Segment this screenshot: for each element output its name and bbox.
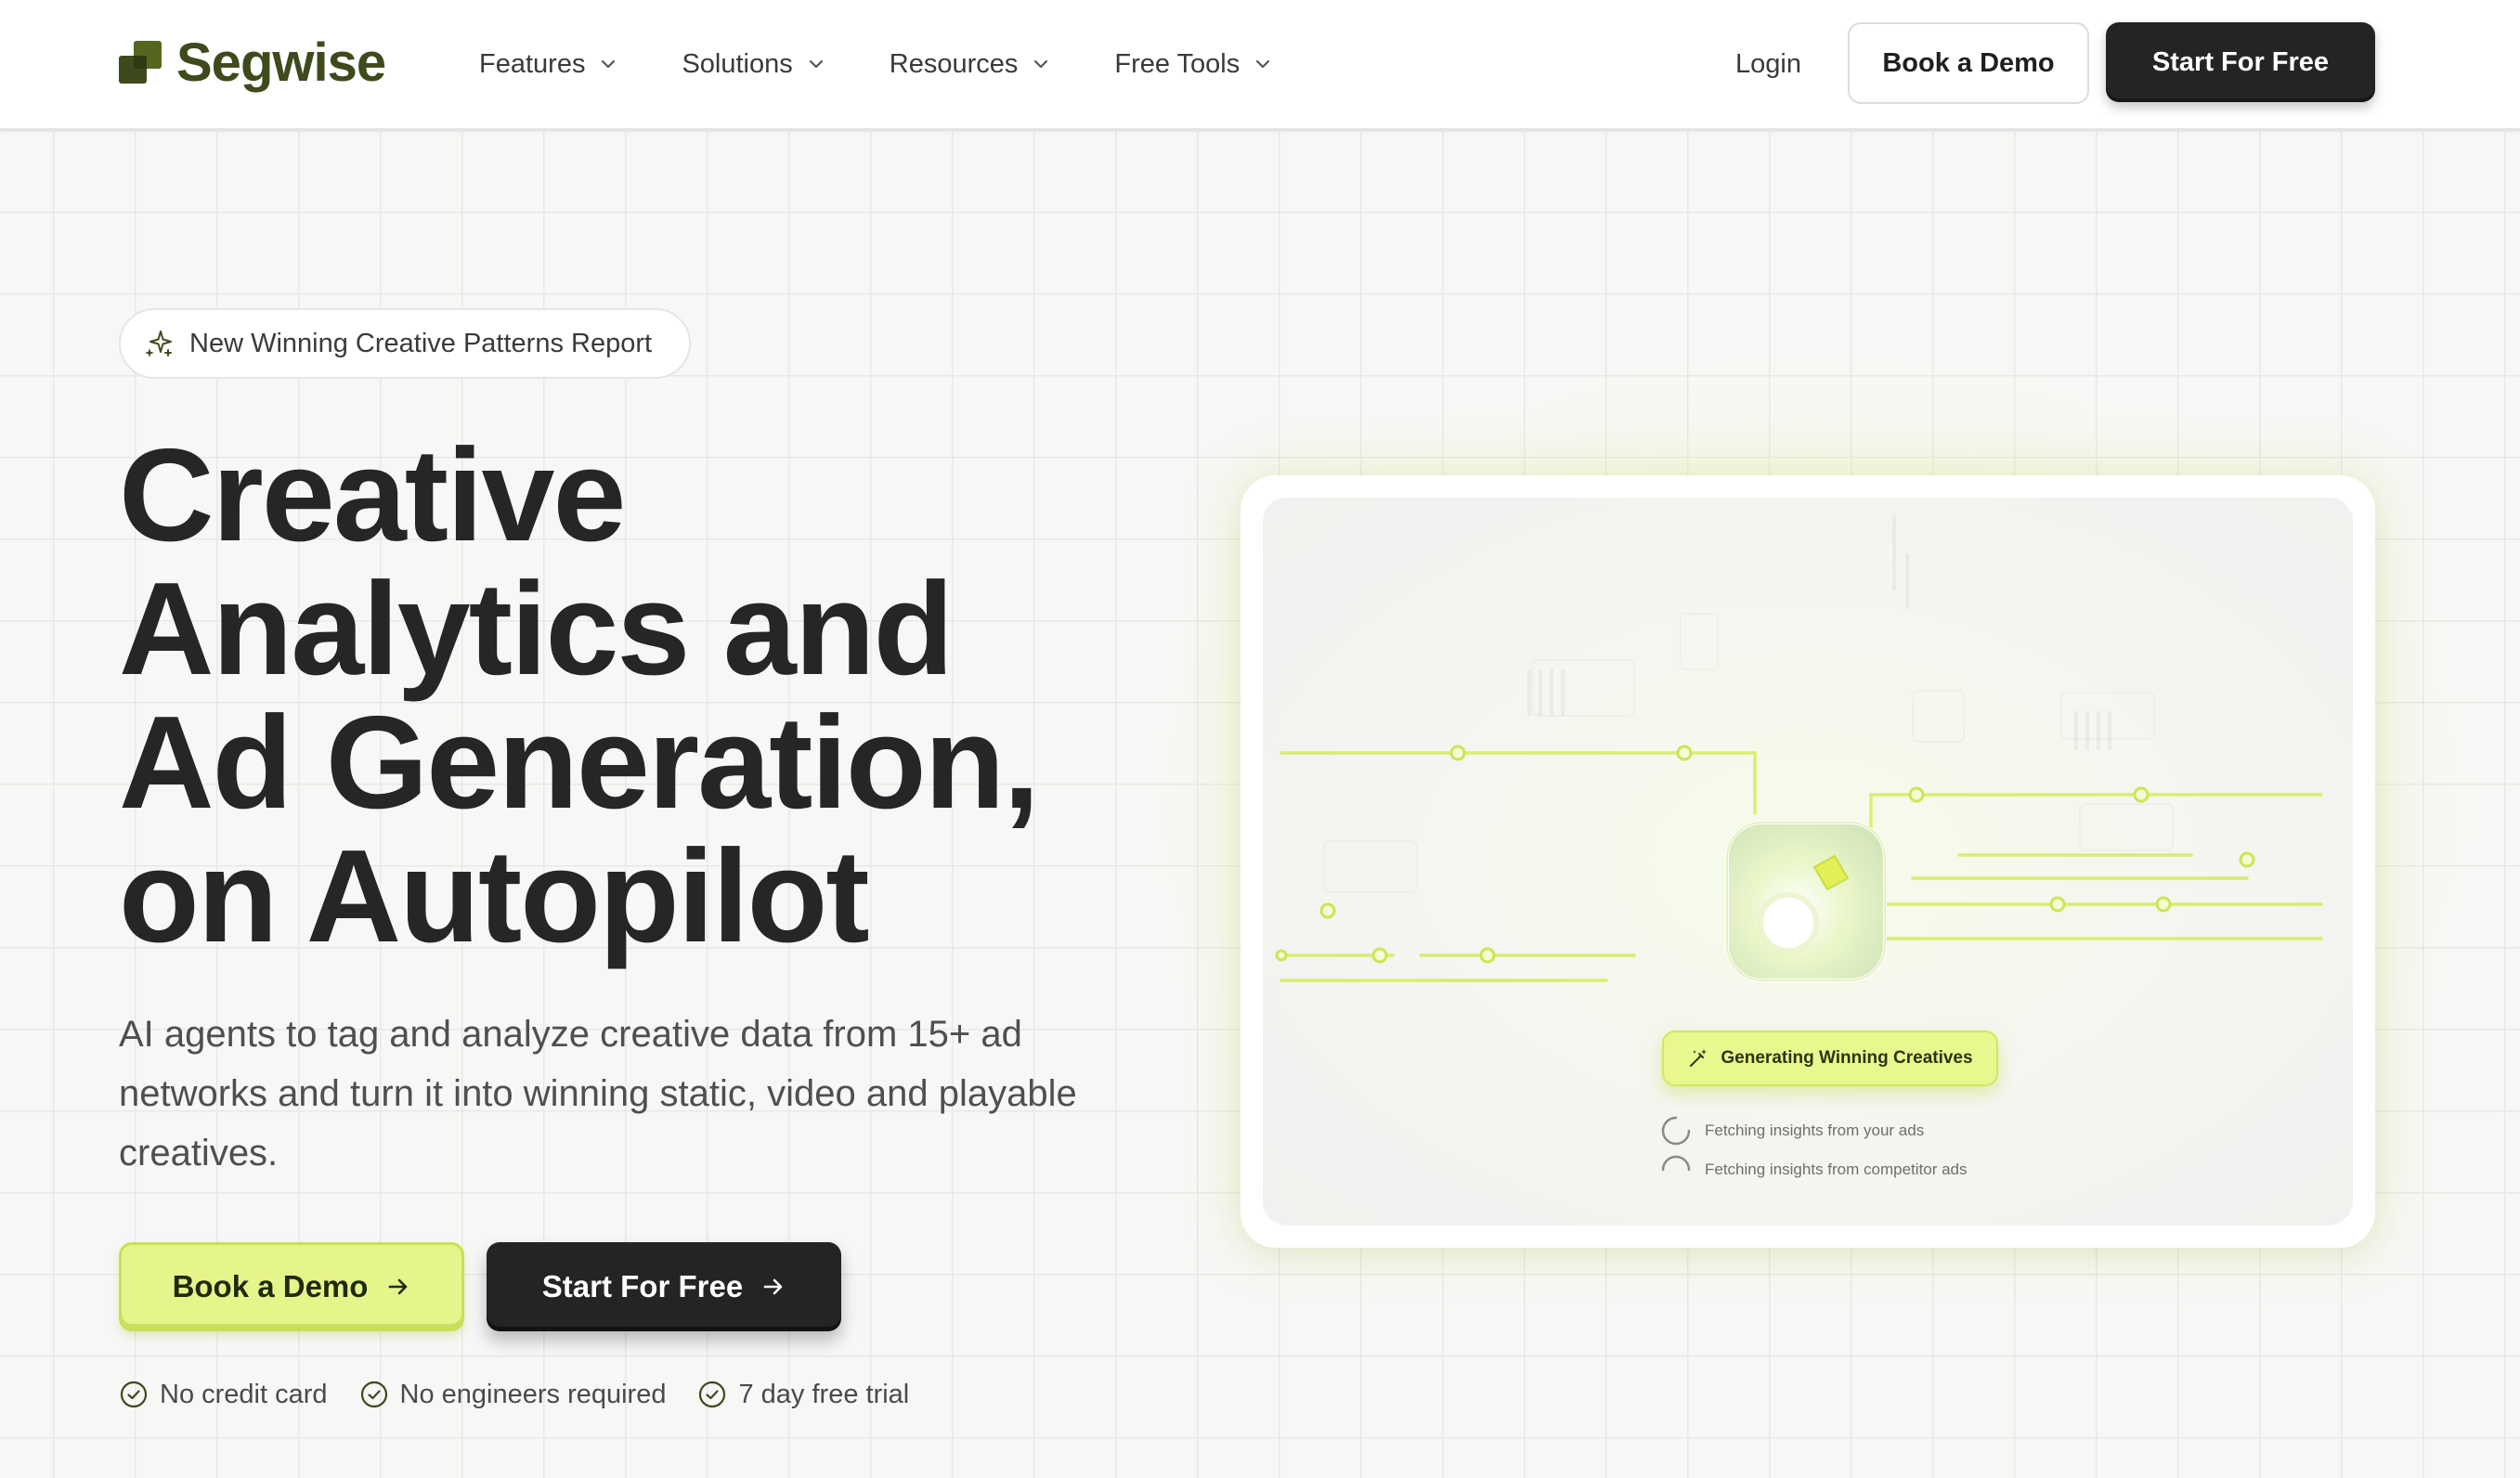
spinner-icon (1661, 1116, 1691, 1146)
button-label: Book a Demo (172, 1269, 369, 1303)
hero-book-demo-button[interactable]: Book a Demo (119, 1242, 464, 1331)
check-circle-icon (699, 1381, 726, 1408)
spinner-icon (1661, 1155, 1691, 1172)
nav-item-features[interactable]: Features (479, 49, 618, 80)
main-nav: Features Solutions Resources Free Tools (479, 41, 1336, 87)
nav-item-label: Features (479, 48, 586, 79)
book-demo-button[interactable]: Book a Demo (1848, 22, 2089, 104)
benefit-item: No engineers required (359, 1379, 667, 1410)
headline-line: on Autopilot (119, 823, 870, 970)
benefit-item: 7 day free trial (697, 1380, 909, 1410)
brand-name: Segwise (176, 32, 386, 93)
headline-line: Ad Generation, (119, 689, 1040, 836)
segwise-logo-icon (119, 41, 162, 84)
generating-creatives-pill: Generating Winning Creatives (1662, 1031, 1998, 1086)
sparkles-icon (145, 331, 172, 357)
chevron-down-icon (1034, 59, 1048, 69)
pill-label: Generating Winning Creatives (1721, 1048, 1973, 1068)
start-free-button[interactable]: Start For Free (2106, 22, 2375, 102)
check-circle-icon (360, 1381, 387, 1408)
nav-item-label: Resources (889, 48, 1019, 79)
report-announcement-badge[interactable]: New Winning Creative Patterns Report (119, 308, 691, 379)
benefit-label: No credit card (160, 1379, 328, 1409)
nav-item-resources[interactable]: Resources (890, 49, 1052, 80)
check-circle-icon (120, 1381, 148, 1408)
badge-label: New Winning Creative Patterns Report (189, 328, 653, 358)
nav-item-solutions[interactable]: Solutions (682, 49, 825, 80)
chevron-down-icon (1256, 59, 1270, 69)
status-label: Fetching insights from your ads (1705, 1121, 1925, 1139)
benefit-item: No credit card (119, 1380, 328, 1410)
arrow-right-icon (389, 1278, 408, 1295)
login-link[interactable]: Login (1735, 41, 1801, 87)
hero-start-free-button[interactable]: Start For Free (487, 1242, 841, 1331)
nav-item-label: Free Tools (1114, 48, 1241, 79)
button-label: Start For Free (541, 1269, 744, 1303)
status-label: Fetching insights from competitor ads (1705, 1160, 1968, 1178)
headline-line: Creative (119, 421, 626, 569)
status-line-own-ads: Fetching insights from your ads (1660, 1115, 1924, 1147)
benefit-label: No engineers required (399, 1379, 667, 1409)
magic-wand-icon (1690, 1049, 1708, 1067)
benefit-label: 7 day free trial (738, 1379, 910, 1409)
nav-item-free-tools[interactable]: Free Tools (1114, 49, 1273, 80)
headline-line: Analytics and (119, 555, 954, 703)
brand-logo[interactable]: Segwise (119, 32, 386, 93)
hero-headline: Creative Analytics and Ad Generation, on… (119, 429, 1140, 964)
chevron-down-icon (602, 59, 616, 69)
hero-benefits: No credit card No engineers required 7 d… (119, 1374, 909, 1415)
nav-item-label: Solutions (682, 48, 793, 79)
hero-subtext: AI agents to tag and analyze creative da… (119, 1014, 1077, 1173)
status-line-competitor-ads: Fetching insights from competitor ads (1660, 1154, 1968, 1186)
top-navbar: Segwise Features Solutions Resources Fre… (0, 0, 2520, 130)
chevron-down-icon (809, 59, 823, 69)
arrow-right-icon (763, 1278, 783, 1295)
